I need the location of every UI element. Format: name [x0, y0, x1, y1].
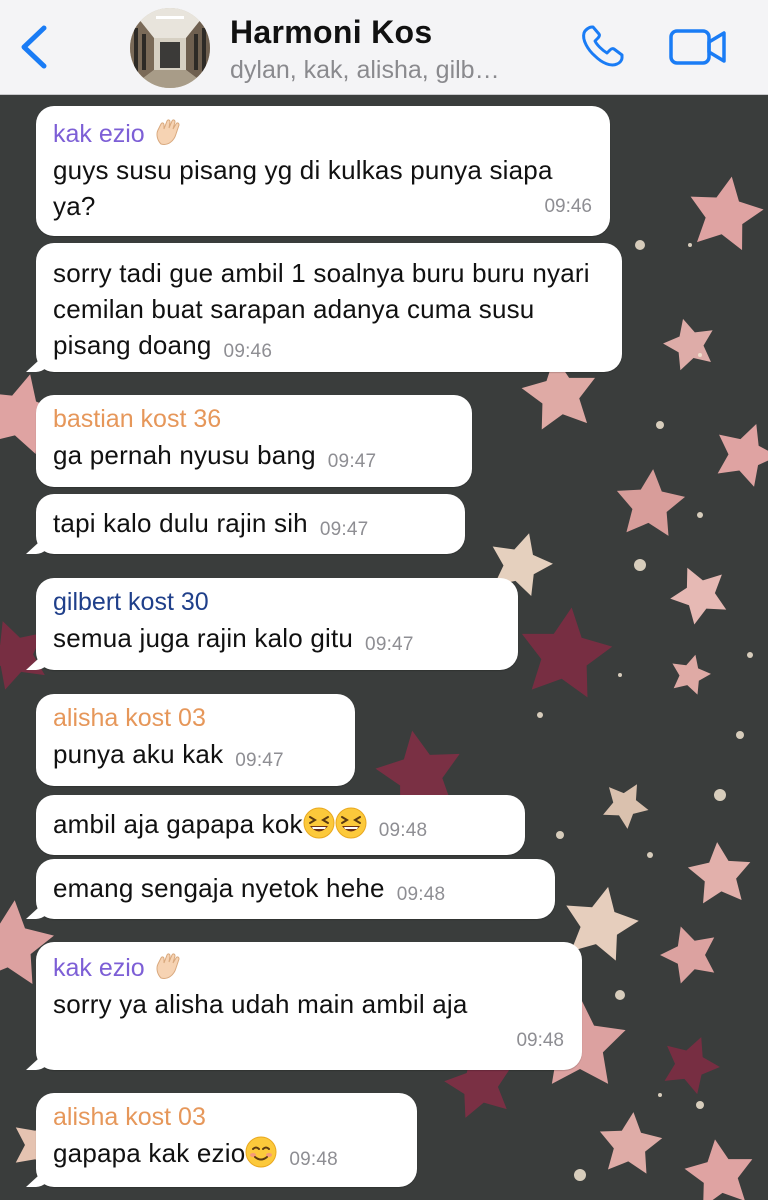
message-text: ambil aja gapapa kok — [53, 809, 303, 839]
message-time: 09:48 — [396, 884, 446, 905]
video-camera-icon[interactable] — [668, 26, 728, 68]
sender-name[interactable]: bastian kost 36 — [53, 403, 454, 435]
phone-icon[interactable] — [578, 22, 626, 70]
message-bubble[interactable]: emang sengaja nyetok hehe 09:48 — [36, 859, 555, 919]
grinning-squinting-face-icon — [335, 807, 367, 839]
chat-participants[interactable]: dylan, kak, alisha, gilb… — [230, 56, 550, 85]
message-time: 09:47 — [319, 519, 369, 540]
sender-name[interactable]: kak ezio — [53, 950, 564, 984]
message-text: tapi kalo dulu rajin sih — [53, 508, 308, 538]
message-text: sorry ya alisha udah main ambil aja — [53, 989, 468, 1019]
smiling-face-icon — [245, 1136, 277, 1168]
sender-name[interactable]: alisha kost 03 — [53, 1101, 399, 1133]
message-text: semua juga rajin kalo gitu — [53, 623, 354, 653]
message-time: 09:46 — [223, 341, 273, 362]
message-bubble[interactable]: bastian kost 36 ga pernah nyusu bang 09:4… — [36, 395, 472, 487]
message-time: 09:47 — [365, 634, 414, 655]
message-time: 09:48 — [378, 820, 428, 841]
chat-title[interactable]: Harmoni Kos — [230, 14, 432, 51]
waving-hand-icon — [156, 953, 180, 979]
message-bubble[interactable]: kak ezio guys susu pisang yg di kulkas p… — [36, 106, 610, 236]
message-bubble[interactable]: alisha kost 03 gapapa kak ezio 09:48 — [36, 1093, 417, 1187]
message-text: sorry tadi gue ambil 1 soalnya buru buru… — [53, 258, 590, 360]
message-text: gapapa kak ezio — [53, 1138, 246, 1168]
message-bubble[interactable]: sorry tadi gue ambil 1 soalnya buru buru… — [36, 243, 622, 372]
message-bubble[interactable]: gilbert kost 30 semua juga rajin kalo gi… — [36, 578, 518, 670]
group-avatar[interactable] — [130, 8, 210, 88]
waving-hand-icon — [156, 119, 180, 145]
message-time: 09:46 — [544, 196, 592, 217]
message-bubble[interactable]: tapi kalo dulu rajin sih 09:47 — [36, 494, 465, 554]
message-bubble[interactable]: alisha kost 03 punya aku kak 09:47 — [36, 694, 355, 786]
chevron-left-icon[interactable] — [14, 22, 54, 72]
message-time: 09:48 — [516, 1030, 564, 1051]
message-text: ga pernah nyusu bang — [53, 440, 316, 470]
message-text: emang sengaja nyetok hehe — [53, 873, 385, 903]
message-bubble[interactable]: kak ezio sorry ya alisha udah main ambil… — [36, 942, 582, 1070]
sender-name[interactable]: alisha kost 03 — [53, 702, 337, 734]
sender-name[interactable]: kak ezio — [53, 116, 592, 150]
message-time: 09:47 — [327, 451, 377, 472]
chat-header: Harmoni Kos dylan, kak, alisha, gilb… — [0, 0, 768, 95]
sender-name[interactable]: gilbert kost 30 — [53, 586, 500, 618]
message-time: 09:48 — [289, 1149, 338, 1170]
message-time: 09:47 — [235, 750, 284, 771]
message-bubble[interactable]: ambil aja gapapa kok 09:48 — [36, 795, 525, 855]
message-text: punya aku kak — [53, 739, 224, 769]
grinning-squinting-face-icon — [303, 807, 335, 839]
